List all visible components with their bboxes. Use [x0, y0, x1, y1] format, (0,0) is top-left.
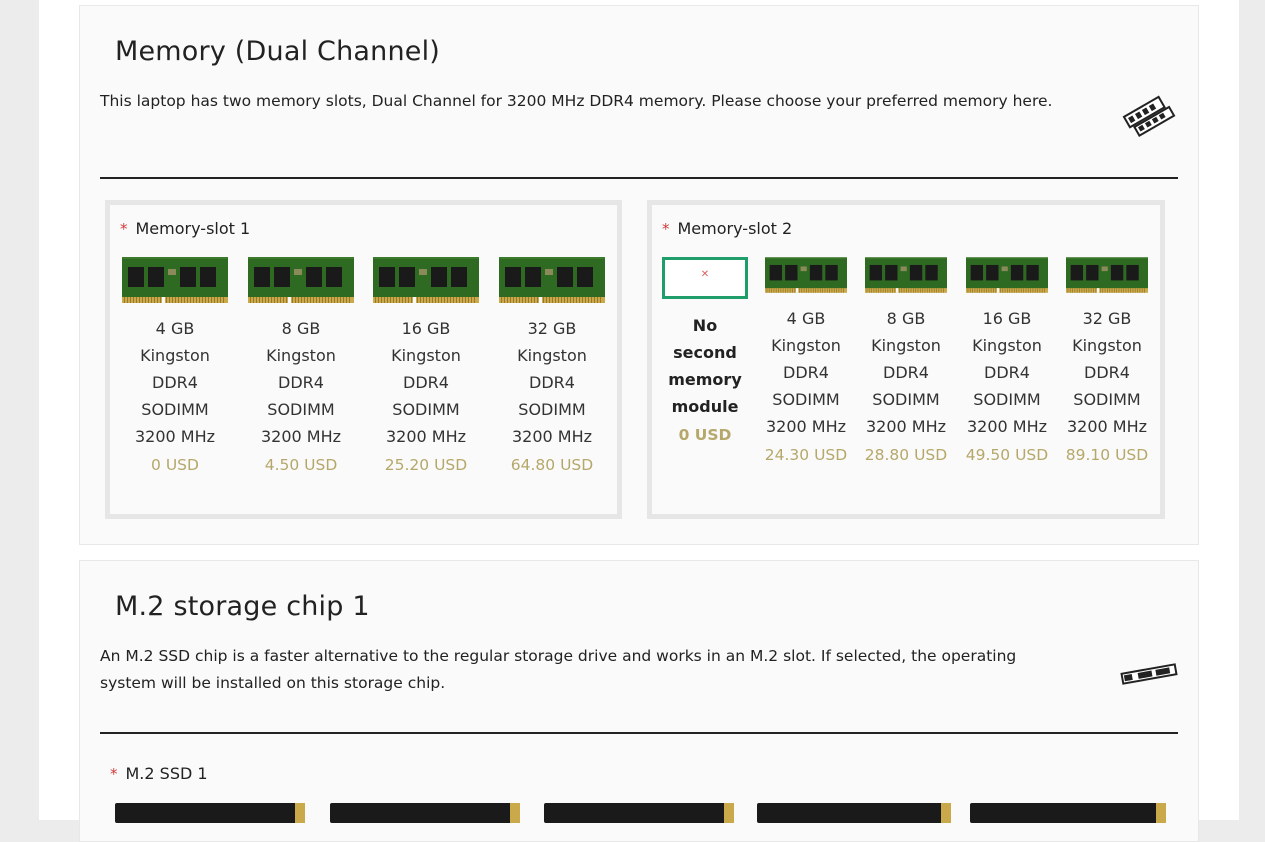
option-name: 32 GB Kingston DDR4 SODIMM 3200 MHz — [1066, 309, 1148, 436]
memory-description: This laptop has two memory slots, Dual C… — [100, 92, 1053, 110]
option-name: 4 GB Kingston DDR4 SODIMM 3200 MHz — [765, 309, 847, 436]
memory-slot-1-option-2[interactable]: 8 GB Kingston DDR4 SODIMM 3200 MHz 4.50 U… — [238, 257, 364, 474]
memory-slot-1: * Memory-slot 1 4 GB Kingston DDR4 SODIMM… — [105, 200, 622, 519]
option-price: 24.30 USD — [764, 446, 848, 464]
memory-slot-2-option-1[interactable]: 4 GB Kingston DDR4 SODIMM 3200 MHz 24.30 … — [755, 257, 857, 464]
option-price: 0 USD — [151, 456, 199, 474]
memory-slot-2-label: * Memory-slot 2 — [662, 219, 792, 238]
option-name: No second memory module — [668, 316, 742, 416]
m2-slot-label-text: M.2 SSD 1 — [125, 764, 208, 783]
option-price: 89.10 USD — [1065, 446, 1149, 464]
memory-slot-1-option-4[interactable]: 32 GB Kingston DDR4 SODIMM 3200 MHz 64.80… — [489, 257, 615, 474]
required-marker: * — [662, 220, 670, 238]
ram-modules-icon — [1122, 94, 1178, 146]
memory-slot-1-label-text: Memory-slot 1 — [135, 219, 251, 238]
memory-slot-1-label: * Memory-slot 1 — [120, 219, 250, 238]
memory-divider — [100, 177, 1178, 179]
option-price: 28.80 USD — [864, 446, 948, 464]
option-price: 49.50 USD — [965, 446, 1049, 464]
option-name: 16 GB Kingston DDR4 SODIMM 3200 MHz — [385, 319, 467, 446]
option-name: 4 GB Kingston DDR4 SODIMM 3200 MHz — [134, 319, 216, 446]
memory-slot-2: * Memory-slot 2 ✕ No second memory module… — [647, 200, 1165, 519]
memory-slot-2-label-text: Memory-slot 2 — [677, 219, 793, 238]
m2-ssd-option-2[interactable] — [330, 803, 520, 823]
m2-ssd-option-4[interactable] — [757, 803, 951, 823]
page: Memory (Dual Channel) This laptop has tw… — [39, 0, 1239, 842]
option-price: 25.20 USD — [384, 456, 468, 474]
memory-slot-1-option-3[interactable]: 16 GB Kingston DDR4 SODIMM 3200 MHz 25.20… — [363, 257, 489, 474]
no-module-image: ✕ — [662, 257, 748, 299]
option-price: 0 USD — [678, 426, 732, 444]
storage-title: M.2 storage chip 1 — [115, 591, 370, 622]
broken-image-icon: ✕ — [700, 269, 710, 280]
option-name: 32 GB Kingston DDR4 SODIMM 3200 MHz — [511, 319, 593, 446]
ram-module-image — [966, 257, 1048, 293]
storage-section: M.2 storage chip 1 An M.2 SSD chip is a … — [79, 560, 1199, 842]
required-marker: * — [120, 220, 128, 238]
m2-ssd-option-3[interactable] — [544, 803, 734, 823]
ram-module-image — [499, 257, 605, 303]
memory-title: Memory (Dual Channel) — [115, 36, 441, 67]
m2-ssd-icon — [1120, 661, 1178, 691]
ram-module-image — [373, 257, 479, 303]
ram-module-image — [248, 257, 354, 303]
memory-slot-1-option-1[interactable]: 4 GB Kingston DDR4 SODIMM 3200 MHz 0 USD — [112, 257, 238, 474]
memory-slot-2-option-2[interactable]: 8 GB Kingston DDR4 SODIMM 3200 MHz 28.80 … — [855, 257, 957, 464]
memory-slot-2-option-3[interactable]: 16 GB Kingston DDR4 SODIMM 3200 MHz 49.50… — [956, 257, 1058, 464]
memory-slot-2-option-4[interactable]: 32 GB Kingston DDR4 SODIMM 3200 MHz 89.10… — [1056, 257, 1158, 464]
ram-module-image — [1066, 257, 1148, 293]
option-name: 8 GB Kingston DDR4 SODIMM 3200 MHz — [865, 309, 947, 436]
required-marker: * — [110, 765, 118, 783]
memory-slot-2-option-none[interactable]: ✕ No second memory module 0 USD — [662, 257, 748, 444]
option-name: 8 GB Kingston DDR4 SODIMM 3200 MHz — [260, 319, 342, 446]
m2-ssd-option-5[interactable] — [970, 803, 1166, 823]
option-price: 64.80 USD — [510, 456, 594, 474]
ram-module-image — [122, 257, 228, 303]
m2-slot-label: * M.2 SSD 1 — [110, 764, 208, 783]
option-name: 16 GB Kingston DDR4 SODIMM 3200 MHz — [966, 309, 1048, 436]
option-price: 4.50 USD — [264, 456, 338, 474]
m2-ssd-option-1[interactable] — [115, 803, 305, 823]
ram-module-image — [865, 257, 947, 293]
storage-divider — [100, 732, 1178, 734]
ram-module-image — [765, 257, 847, 293]
storage-description: An M.2 SSD chip is a faster alternative … — [100, 647, 1017, 692]
memory-section: Memory (Dual Channel) This laptop has tw… — [79, 5, 1199, 545]
